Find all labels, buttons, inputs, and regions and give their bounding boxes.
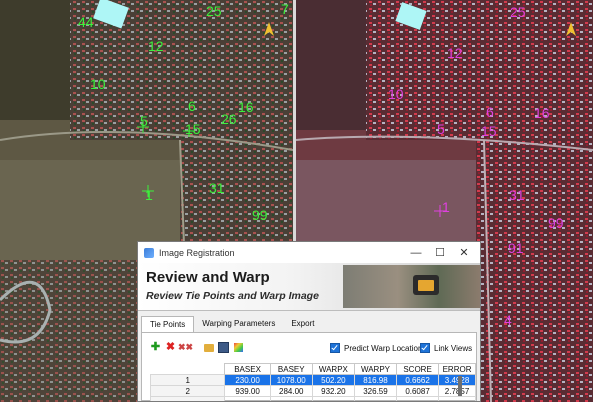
dialog-titlebar[interactable]: Image Registration — ☐ ✕: [138, 242, 480, 263]
tie-point-label[interactable]: 5: [140, 113, 148, 129]
cell-warpy[interactable]: 326.59: [353, 385, 398, 397]
close-button[interactable]: ✕: [452, 242, 476, 263]
cell-error[interactable]: [438, 396, 476, 401]
tie-point-label[interactable]: 26: [221, 111, 237, 127]
cell-warpy[interactable]: 816.98: [353, 374, 398, 386]
tie-point-label[interactable]: 1: [145, 187, 153, 203]
tie-point-label[interactable]: 12: [148, 38, 164, 54]
cell-basex[interactable]: [224, 396, 271, 401]
row-header-corner: [150, 363, 225, 375]
tie-point-label[interactable]: 31: [209, 180, 225, 196]
tie-point-label[interactable]: 15: [481, 123, 497, 139]
folder-icon: [413, 275, 439, 295]
banner-image: [343, 265, 480, 308]
tie-point-label[interactable]: 4: [504, 312, 512, 328]
cell-score[interactable]: 0.6087: [396, 385, 440, 397]
app-icon: [144, 247, 154, 258]
row-number[interactable]: [149, 396, 226, 401]
tie-point-toolbar: ✚ ✖ ✖✖: [150, 342, 244, 353]
checkbox-checked-icon: [330, 343, 340, 353]
cell-basey[interactable]: [269, 396, 313, 401]
dialog-title: Image Registration: [159, 247, 235, 258]
tie-point-label[interactable]: 6: [188, 98, 196, 114]
cell-warpx[interactable]: 932.20: [311, 385, 355, 397]
cell-warpx[interactable]: [311, 396, 355, 401]
tie-point-label[interactable]: 25: [206, 3, 222, 19]
tie-point-label[interactable]: 44: [78, 14, 94, 30]
tie-point-label[interactable]: 31: [509, 187, 525, 203]
cell-basex[interactable]: 230.00: [224, 374, 271, 386]
tie-point-label[interactable]: 99: [252, 207, 268, 223]
tie-point-label[interactable]: 10: [388, 86, 404, 102]
column-header[interactable]: WARPX: [311, 363, 355, 375]
table-row[interactable]: [149, 396, 476, 401]
row-number[interactable]: 1: [149, 374, 226, 386]
cell-warpy[interactable]: [353, 396, 398, 401]
column-header[interactable]: WARPY: [353, 363, 398, 375]
tie-point-label[interactable]: 91: [508, 240, 524, 256]
cell-basey[interactable]: 284.00: [269, 385, 313, 397]
save-icon[interactable]: [218, 342, 229, 353]
open-folder-icon[interactable]: [203, 342, 214, 353]
column-header[interactable]: ERROR: [438, 363, 476, 375]
column-header[interactable]: BASEX: [224, 363, 271, 375]
tie-point-label[interactable]: 16: [238, 99, 254, 115]
tie-points-panel: ✚ ✖ ✖✖ Predict Warp Location Link Views …: [141, 332, 477, 401]
tab-warping-parameters[interactable]: Warping Parameters: [194, 316, 283, 333]
tie-point-label[interactable]: 7: [281, 1, 289, 17]
link-views-checkbox[interactable]: Link Views: [420, 343, 472, 353]
link-views-label: Link Views: [434, 343, 473, 353]
table-row[interactable]: 2 939.00 284.00 932.20 326.59 0.6087 2.7…: [149, 385, 476, 397]
cell-basey[interactable]: 1078.00: [269, 374, 313, 386]
cell-warpx[interactable]: 502.20: [311, 374, 355, 386]
predict-warp-checkbox[interactable]: Predict Warp Location: [330, 343, 422, 353]
image-icon[interactable]: [233, 342, 244, 353]
wizard-banner: Review and Warp Review Tie Points and Wa…: [138, 263, 480, 311]
column-header[interactable]: BASEY: [269, 363, 313, 375]
column-header[interactable]: SCORE: [396, 363, 440, 375]
banner-title: Review and Warp: [146, 269, 270, 286]
tie-point-table[interactable]: BASEX BASEY WARPX WARPY SCORE ERROR 1 23…: [149, 363, 476, 401]
tab-bar: Tie Points Warping Parameters Export: [138, 316, 480, 334]
row-number[interactable]: 2: [149, 385, 226, 397]
tie-point-label[interactable]: 1: [442, 199, 450, 215]
predict-warp-label: Predict Warp Location: [344, 343, 423, 353]
tie-point-label[interactable]: 6: [486, 104, 494, 120]
image-registration-dialog: Image Registration — ☐ ✕ Review and Warp…: [137, 241, 481, 402]
tab-export[interactable]: Export: [283, 316, 322, 333]
checkbox-checked-icon: [420, 343, 430, 353]
tie-point-label[interactable]: 16: [534, 105, 550, 121]
toolbar-separator: [195, 342, 199, 353]
tie-point-label[interactable]: 25: [510, 4, 526, 20]
tie-point-label[interactable]: 15: [185, 121, 201, 137]
tie-point-label[interactable]: 10: [90, 76, 106, 92]
cell-score[interactable]: [396, 396, 440, 401]
tie-point-label[interactable]: 12: [447, 45, 463, 61]
table-scrollbar[interactable]: [458, 376, 462, 396]
maximize-button[interactable]: ☐: [428, 242, 452, 263]
minimize-button[interactable]: —: [404, 242, 428, 263]
delete-all-icon[interactable]: ✖✖: [178, 342, 193, 353]
cell-score[interactable]: 0.6662: [396, 374, 440, 386]
tie-point-label[interactable]: 5: [437, 121, 445, 137]
delete-icon[interactable]: ✖: [165, 342, 176, 353]
cell-basex[interactable]: 939.00: [224, 385, 271, 397]
table-row[interactable]: 1 230.00 1078.00 502.20 816.98 0.6662 3.…: [149, 374, 476, 386]
table-header-row: BASEX BASEY WARPX WARPY SCORE ERROR: [150, 363, 476, 375]
banner-subtitle: Review Tie Points and Warp Image: [146, 290, 319, 302]
add-icon[interactable]: ✚: [150, 342, 161, 353]
tie-point-label[interactable]: 99: [548, 215, 564, 231]
